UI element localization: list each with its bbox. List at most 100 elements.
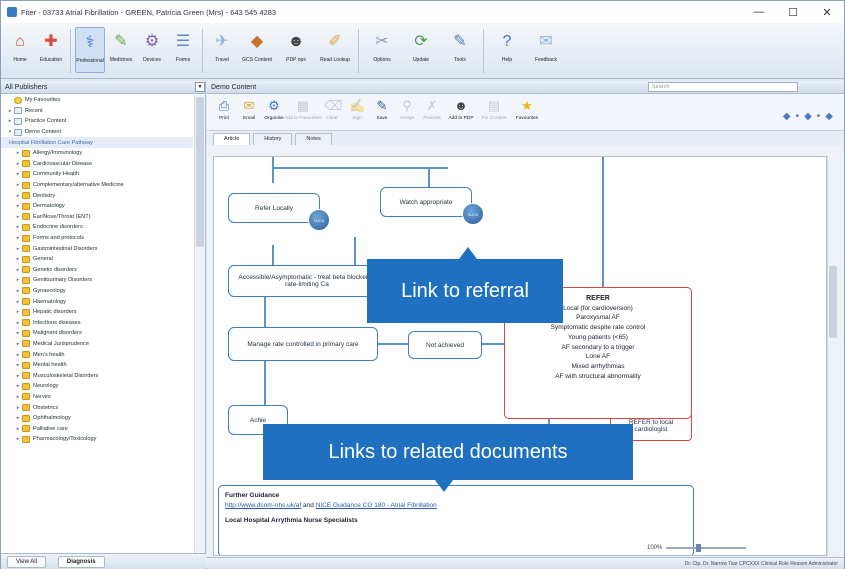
expand-icon[interactable]: ▸ bbox=[15, 267, 21, 273]
tree-item[interactable]: ▸ Malignant disorders bbox=[1, 328, 193, 339]
tree-item[interactable]: ▸ Medical Jurisprudence bbox=[1, 339, 193, 350]
tree-item[interactable]: ▸ Recent bbox=[1, 106, 193, 117]
ribbon-medicines-button[interactable]: ✎ Medicines bbox=[106, 27, 136, 73]
ribbon-devices-button[interactable]: ⚙ Devices bbox=[137, 27, 167, 73]
expand-icon[interactable]: ▸ bbox=[15, 373, 21, 379]
ribbon-forms-button[interactable]: ☰ Forms bbox=[168, 27, 198, 73]
tree-item[interactable]: ▸ Hepatic disorders bbox=[1, 307, 193, 318]
tree-item[interactable]: ▸ Ophthalmology bbox=[1, 413, 193, 424]
tree-item[interactable]: My Favourites bbox=[1, 95, 193, 106]
tree-item[interactable]: ▸ Haematology bbox=[1, 296, 193, 307]
tree-item[interactable]: ▸ Dermatology bbox=[1, 201, 193, 212]
tree-item[interactable]: ▸ Gynaecology bbox=[1, 286, 193, 297]
ribbon-home-button[interactable]: ⌂ Home bbox=[5, 27, 35, 73]
tree-item[interactable]: ▸ General bbox=[1, 254, 193, 265]
tree-item[interactable]: ▸ Obstetrics bbox=[1, 402, 193, 413]
tree-item[interactable]: ▸ Community Health bbox=[1, 169, 193, 180]
expand-icon[interactable]: ▸ bbox=[15, 330, 21, 336]
watch-link-button[interactable]: CLICK HERE bbox=[462, 203, 484, 239]
toolbar-process-button[interactable]: ✗ Process bbox=[421, 98, 443, 121]
document-scrollbar[interactable] bbox=[827, 156, 838, 556]
tree-item[interactable]: ▸ Infectious diseases bbox=[1, 317, 193, 328]
tree-item[interactable]: ▸ Gastrointestinal Disorders bbox=[1, 243, 193, 254]
expand-icon[interactable]: ▸ bbox=[7, 108, 13, 114]
tree-item[interactable]: ▸ Dentistry bbox=[1, 190, 193, 201]
expand-icon[interactable]: ▸ bbox=[15, 341, 21, 347]
tree-item[interactable]: ▸ Mental health bbox=[1, 360, 193, 371]
expand-icon[interactable]: ▸ bbox=[15, 161, 21, 167]
expand-icon[interactable]: ▸ bbox=[15, 352, 21, 358]
toolbar-assign-button[interactable]: ⚲ Assign bbox=[396, 98, 418, 121]
guidance-link-nice[interactable]: NICE Guidance CG 180 - Atrial Fibrillati… bbox=[316, 502, 437, 509]
tree-item[interactable]: Hospital Fibrillation Care Pathway bbox=[1, 137, 193, 148]
ribbon-professional-button[interactable]: ⚕ Professional bbox=[75, 27, 105, 73]
expand-icon[interactable]: ▸ bbox=[15, 277, 21, 283]
expand-icon[interactable]: ▸ bbox=[15, 203, 21, 209]
expand-icon[interactable]: ▸ bbox=[15, 299, 21, 305]
toolbar-add-to-favourites-button[interactable]: ▦ Add to Favourites bbox=[284, 98, 322, 121]
zoom-knob[interactable] bbox=[696, 544, 702, 552]
expand-icon[interactable]: ▸ bbox=[15, 246, 21, 252]
tree-item[interactable]: ▸ Ear/Nose/Throat (ENT) bbox=[1, 212, 193, 223]
expand-icon[interactable]: ▸ bbox=[15, 182, 21, 188]
tree-item[interactable]: ▸ Endocrine disorders bbox=[1, 222, 193, 233]
expand-icon[interactable]: ▾ bbox=[7, 129, 13, 135]
expand-icon[interactable]: ▸ bbox=[15, 256, 21, 262]
search-input[interactable]: Search bbox=[648, 82, 798, 92]
toolbar-organise-button[interactable]: ⚙ Organise bbox=[263, 98, 285, 121]
ribbon-help-button[interactable]: ? Help bbox=[488, 27, 526, 73]
expand-icon[interactable]: ▸ bbox=[15, 436, 21, 442]
toolbar-pin-content-button[interactable]: ▤ Pin Content bbox=[479, 98, 509, 121]
ribbon-pdp-ops-button[interactable]: ☻ PDP ops bbox=[277, 27, 315, 73]
tree-item[interactable]: ▸ Practice Content bbox=[1, 116, 193, 127]
ribbon-travel-button[interactable]: ✈ Travel bbox=[207, 27, 237, 73]
expand-icon[interactable]: ▸ bbox=[15, 320, 21, 326]
tab-history[interactable]: History bbox=[253, 133, 293, 145]
expand-icon[interactable]: ▸ bbox=[15, 214, 21, 220]
expand-icon[interactable]: ▸ bbox=[15, 394, 21, 400]
expand-icon[interactable]: ▸ bbox=[15, 235, 21, 241]
tree-scrollbar[interactable] bbox=[194, 95, 205, 553]
ribbon-update-button[interactable]: ⟳ Update bbox=[402, 27, 440, 73]
expand-icon[interactable]: ▸ bbox=[15, 383, 21, 389]
toolbar-clear-button[interactable]: ⌫ Clear bbox=[321, 98, 343, 121]
ribbon-read-lookup-button[interactable]: ✐ Read Lookup bbox=[316, 27, 354, 73]
expand-icon[interactable]: ▸ bbox=[15, 288, 21, 294]
toolbar-favourites-button[interactable]: ★ Favourites bbox=[512, 98, 542, 121]
nav-arrows[interactable]: ◆•◆•◆ bbox=[783, 111, 838, 122]
diagnosis-button[interactable]: Diagnosis bbox=[57, 555, 105, 568]
tab-notes[interactable]: Notes bbox=[295, 133, 332, 145]
minimize-button[interactable]: — bbox=[742, 6, 776, 18]
tree-item[interactable]: ▸ Palliative care bbox=[1, 423, 193, 434]
maximize-button[interactable]: ☐ bbox=[776, 6, 810, 19]
tree-item[interactable]: ▸ Pharmacology/Toxicology bbox=[1, 434, 193, 445]
expand-icon[interactable]: ▸ bbox=[15, 224, 21, 230]
expand-icon[interactable]: ▸ bbox=[15, 309, 21, 315]
tree-item[interactable]: ▸ Forms and protocols bbox=[1, 233, 193, 244]
zoom-control[interactable]: 100% bbox=[647, 543, 837, 553]
ribbon-options-button[interactable]: ✂ Options bbox=[363, 27, 401, 73]
tree-item[interactable]: ▸ Neurology bbox=[1, 381, 193, 392]
tree-item[interactable]: ▸ Genitourinary Disorders bbox=[1, 275, 193, 286]
expand-icon[interactable]: ▸ bbox=[15, 415, 21, 421]
zoom-slider[interactable] bbox=[666, 544, 747, 552]
ribbon-tools-button[interactable]: ✎ Tools bbox=[441, 27, 479, 73]
expand-icon[interactable]: ▸ bbox=[15, 171, 21, 177]
refer-locally-link-button[interactable]: CLICK HERE bbox=[308, 209, 330, 245]
ribbon-education-button[interactable]: ✚ Education bbox=[36, 27, 66, 73]
publisher-header[interactable]: All Publishers ▾ bbox=[1, 81, 205, 94]
tree-item[interactable]: ▸ Men's health bbox=[1, 349, 193, 360]
toolbar-email-button[interactable]: ✉ Email bbox=[238, 98, 260, 121]
expand-icon[interactable]: ▸ bbox=[7, 118, 13, 124]
tree-item[interactable]: ▸ Complementary/alternative Medicine bbox=[1, 180, 193, 191]
expand-icon[interactable]: ▸ bbox=[15, 150, 21, 156]
tree-item[interactable]: ▾ Demo Content bbox=[1, 127, 193, 138]
tree-item[interactable]: ▸ Musculoskeletal Disorders bbox=[1, 370, 193, 381]
ribbon-feedback-button[interactable]: ✉ Feedback bbox=[527, 27, 565, 73]
toolbar-save-button[interactable]: ✎ Save bbox=[371, 98, 393, 121]
toolbar-sign-button[interactable]: ✍ Sign bbox=[346, 98, 368, 121]
guidance-link-dcom[interactable]: http://www.dcom-nhs.uk/af bbox=[225, 502, 301, 509]
expand-icon[interactable]: ▸ bbox=[15, 193, 21, 199]
tree-item[interactable]: ▸ Allergy/Immunology bbox=[1, 148, 193, 159]
expand-icon[interactable]: ▸ bbox=[15, 405, 21, 411]
